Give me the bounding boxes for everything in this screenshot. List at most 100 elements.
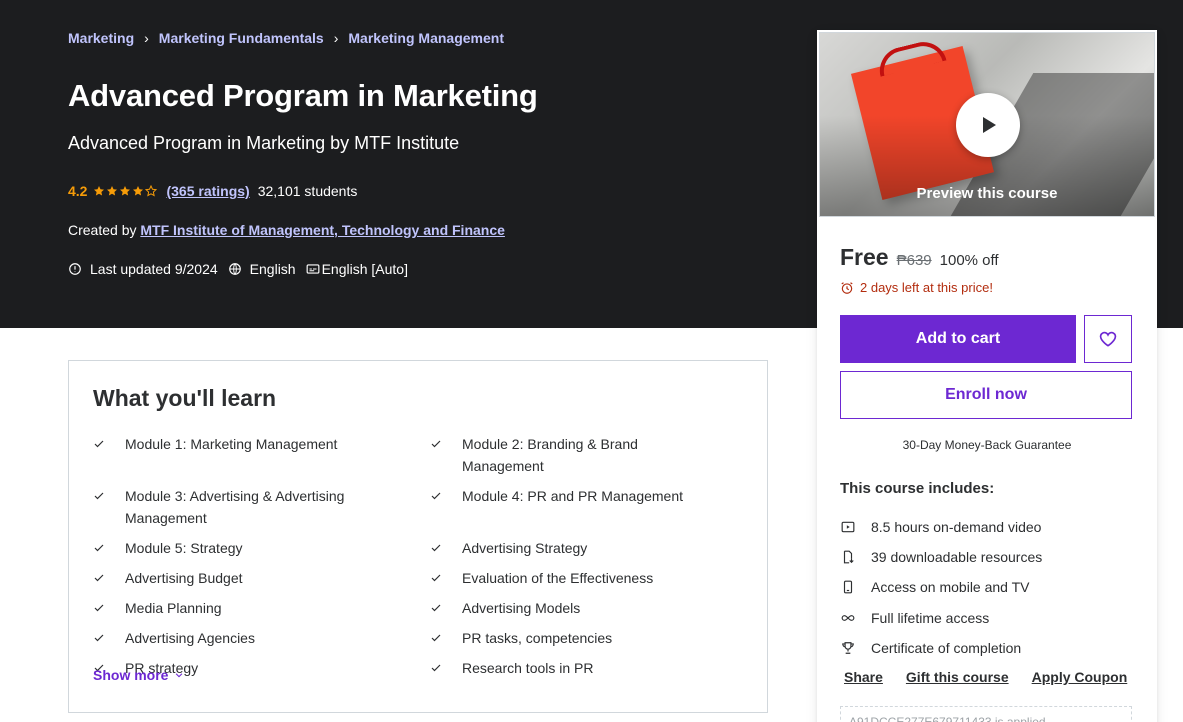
check-icon bbox=[430, 537, 446, 559]
list-item: Advertising Models bbox=[430, 597, 750, 619]
check-icon bbox=[93, 485, 109, 507]
mobile-icon bbox=[840, 579, 856, 595]
list-item-text: Advertising Budget bbox=[125, 570, 243, 586]
list-item-text: Module 5: Strategy bbox=[125, 540, 243, 556]
language: English bbox=[228, 261, 296, 277]
list-item: Full lifetime access bbox=[840, 603, 1140, 633]
breadcrumb-item-marketing[interactable]: Marketing bbox=[68, 30, 134, 46]
check-icon bbox=[430, 433, 446, 455]
apply-coupon-link[interactable]: Apply Coupon bbox=[1032, 669, 1128, 685]
list-item: Module 5: Strategy bbox=[93, 537, 430, 559]
list-item-text: Module 2: Branding & Brand Management bbox=[462, 436, 638, 474]
video-icon bbox=[840, 519, 856, 535]
trophy-icon bbox=[840, 640, 856, 656]
breadcrumb-item-marketing-management[interactable]: Marketing Management bbox=[348, 30, 504, 46]
include-label: Access on mobile and TV bbox=[871, 579, 1030, 596]
gift-course-link[interactable]: Gift this course bbox=[906, 669, 1009, 685]
language-text: English bbox=[249, 261, 296, 277]
created-by-label: Created by bbox=[68, 222, 137, 238]
course-subtitle: Advanced Program in Marketing by MTF Ins… bbox=[68, 133, 460, 153]
show-more-button[interactable]: Show more bbox=[93, 667, 184, 683]
star-icon bbox=[133, 186, 144, 196]
captions-text: English [Auto] bbox=[321, 261, 408, 277]
enroll-now-button[interactable]: Enroll now bbox=[840, 371, 1132, 419]
list-item: PR tasks, competencies bbox=[430, 627, 750, 649]
check-icon bbox=[93, 537, 109, 559]
breadcrumb-item-marketing-fundamentals[interactable]: Marketing Fundamentals bbox=[159, 30, 324, 46]
list-item: Media Planning bbox=[93, 597, 430, 619]
list-item: Module 4: PR and PR Management bbox=[430, 485, 750, 529]
add-to-cart-button[interactable]: Add to cart bbox=[840, 315, 1076, 363]
applied-coupon: A91DCCE277E679711433 is applied bbox=[840, 706, 1132, 722]
share-link[interactable]: Share bbox=[844, 669, 883, 685]
list-item: Module 2: Branding & Brand Management bbox=[430, 433, 750, 477]
check-icon bbox=[430, 597, 446, 619]
list-item: Advertising Agencies bbox=[93, 627, 430, 649]
list-item: Advertising Strategy bbox=[430, 537, 750, 559]
captions: English [Auto] bbox=[306, 261, 408, 277]
include-label: 8.5 hours on-demand video bbox=[871, 519, 1042, 536]
deadline-text: 2 days left at this price! bbox=[860, 280, 993, 295]
check-icon bbox=[93, 627, 109, 649]
list-item: Certificate of completion bbox=[840, 633, 1140, 663]
check-icon bbox=[430, 627, 446, 649]
list-item-text: Research tools in PR bbox=[462, 660, 594, 676]
play-button[interactable] bbox=[956, 93, 1020, 157]
list-item-text: Advertising Models bbox=[462, 600, 581, 616]
includes-list: 8.5 hours on-demand video 39 downloadabl… bbox=[840, 512, 1140, 663]
list-item: Access on mobile and TV bbox=[840, 572, 1140, 602]
star-icon bbox=[94, 186, 105, 196]
list-item-text: Advertising Agencies bbox=[125, 630, 255, 646]
list-item-text: Advertising Strategy bbox=[462, 540, 588, 556]
learn-title: What you'll learn bbox=[93, 385, 277, 411]
check-icon bbox=[430, 657, 446, 679]
price-row: Free ₱639 100% off bbox=[840, 244, 999, 271]
sidebar-actions: Share Gift this course Apply Coupon bbox=[844, 669, 1150, 685]
wishlist-button[interactable] bbox=[1084, 315, 1132, 363]
breadcrumb: Marketing › Marketing Fundamentals › Mar… bbox=[68, 30, 504, 46]
includes-title: This course includes: bbox=[840, 480, 995, 497]
include-label: Full lifetime access bbox=[871, 609, 990, 626]
check-icon bbox=[93, 433, 109, 455]
chevron-right-icon: › bbox=[144, 30, 149, 46]
list-item-text: PR tasks, competencies bbox=[462, 630, 613, 646]
include-label: 39 downloadable resources bbox=[871, 549, 1043, 566]
star-outline-icon bbox=[145, 185, 158, 197]
chevron-down-icon bbox=[176, 673, 183, 678]
check-icon bbox=[93, 597, 109, 619]
list-item-text: Module 1: Marketing Management bbox=[125, 436, 338, 452]
course-meta: Last updated 9/2024 English English [Aut… bbox=[68, 261, 418, 277]
students-count: 32,101 students bbox=[257, 183, 358, 199]
instructor-link[interactable]: MTF Institute of Management, Technology … bbox=[140, 222, 505, 238]
check-icon bbox=[430, 485, 446, 507]
purchase-sidebar: Preview this course Free ₱639 100% off 2… bbox=[817, 30, 1157, 722]
star-rating bbox=[93, 185, 158, 197]
last-updated: Last updated 9/2024 bbox=[68, 261, 218, 277]
list-item: Advertising Budget bbox=[93, 567, 430, 589]
original-price: ₱639 bbox=[896, 252, 932, 269]
star-icon bbox=[120, 186, 131, 196]
file-download-icon bbox=[840, 549, 856, 565]
list-item: Research tools in PR bbox=[430, 657, 750, 679]
list-item-text: Evaluation of the Effectiveness bbox=[462, 570, 654, 586]
page-title: Advanced Program in Marketing bbox=[68, 78, 538, 113]
discount-percent: 100% off bbox=[939, 252, 999, 269]
include-label: Certificate of completion bbox=[871, 639, 1022, 656]
course-preview[interactable]: Preview this course bbox=[819, 32, 1155, 217]
list-item: Evaluation of the Effectiveness bbox=[430, 567, 750, 589]
what-you-will-learn: What you'll learn Module 1: Marketing Ma… bbox=[68, 360, 768, 713]
list-item-text: Media Planning bbox=[125, 600, 222, 616]
ratings-count-link[interactable]: (365 ratings) bbox=[166, 183, 249, 199]
infinity-icon bbox=[840, 610, 856, 626]
list-item: 39 downloadable resources bbox=[840, 542, 1140, 572]
list-item: Module 1: Marketing Management bbox=[93, 433, 430, 477]
preview-label: Preview this course bbox=[916, 185, 1058, 202]
alarm-clock-icon bbox=[841, 281, 853, 294]
learn-list: Module 1: Marketing Management Module 2:… bbox=[93, 433, 753, 679]
play-icon bbox=[983, 117, 996, 133]
check-icon bbox=[430, 567, 446, 589]
check-icon bbox=[93, 567, 109, 589]
alert-clock-icon bbox=[69, 263, 81, 275]
list-item-text: Module 4: PR and PR Management bbox=[462, 488, 684, 504]
current-price: Free bbox=[840, 244, 889, 270]
